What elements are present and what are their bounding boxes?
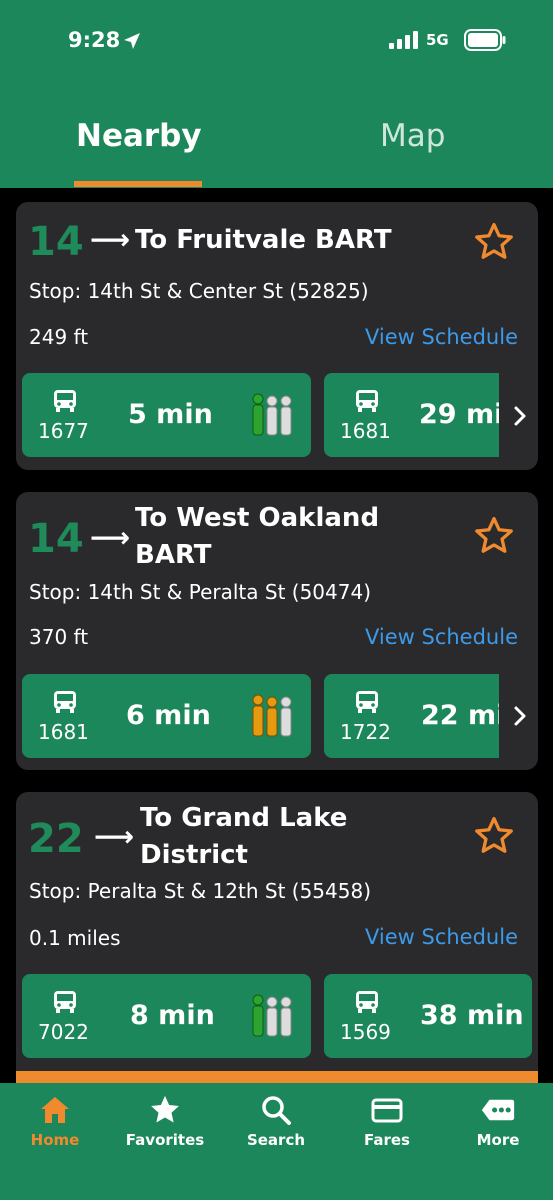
stop-distance: 0.1 miles <box>29 926 121 950</box>
nav-fares[interactable]: Fares <box>332 1093 442 1149</box>
route-card[interactable]: 14 ⟶ To West Oakland BART Stop: 14th St … <box>16 492 538 770</box>
favorite-star-icon[interactable] <box>472 220 516 264</box>
view-schedule-link[interactable]: View Schedule <box>365 625 518 649</box>
bus-icon <box>54 390 76 412</box>
direction-arrow-icon: ⟶ <box>90 223 131 256</box>
arrival-time: 29 min <box>419 399 499 430</box>
bus-icon <box>356 991 378 1013</box>
chevron-right-icon[interactable] <box>510 705 530 727</box>
more-icon <box>481 1099 515 1121</box>
prediction-tile[interactable]: 1677 5 min <box>22 373 311 457</box>
card-icon <box>371 1098 403 1123</box>
prediction-tile[interactable]: 1681 29 min <box>324 373 499 457</box>
vehicle-number: 1722 <box>340 720 391 744</box>
nav-favorites[interactable]: Favorites <box>110 1093 220 1149</box>
top-tabs: Nearby Map <box>0 84 553 188</box>
route-destination: To West Oakland BART <box>135 503 380 570</box>
route-card[interactable]: 22 ⟶ To Grand Lake District Stop: Peralt… <box>16 792 538 1083</box>
vehicle-number: 1681 <box>340 419 391 443</box>
prediction-tile[interactable]: 1681 6 min <box>22 674 311 758</box>
stop-distance: 249 ft <box>29 325 89 349</box>
crowding-medium-icon <box>252 694 292 737</box>
prediction-tile[interactable]: 7022 8 min <box>22 974 311 1058</box>
route-destination: To Fruitvale BART <box>135 225 392 255</box>
arrival-time: 5 min <box>128 399 213 430</box>
stop-info: Stop: Peralta St & 12th St (55458) <box>29 879 372 903</box>
nav-label: Fares <box>364 1131 410 1149</box>
direction-arrow-icon: ⟶ <box>94 820 135 853</box>
bus-icon <box>54 991 76 1013</box>
arrival-time: 22 min <box>421 700 499 731</box>
nav-home[interactable]: Home <box>0 1093 110 1149</box>
tab-map[interactable]: Map <box>380 118 445 154</box>
crowding-low-icon <box>252 994 292 1037</box>
search-icon <box>262 1096 291 1125</box>
active-tab-indicator <box>74 181 202 187</box>
status-bar: 9:28 5G <box>0 0 553 84</box>
nav-search[interactable]: Search <box>221 1093 331 1149</box>
home-icon <box>41 1097 69 1123</box>
route-card[interactable]: 14 ⟶ To Fruitvale BART Stop: 14th St & C… <box>16 202 538 470</box>
arrival-time: 38 min <box>420 1000 524 1031</box>
vehicle-number: 1681 <box>38 720 89 744</box>
bus-icon <box>356 691 378 713</box>
route-number: 14 <box>28 219 84 265</box>
star-icon <box>151 1095 179 1123</box>
favorite-star-icon[interactable] <box>472 814 516 858</box>
tab-nearby[interactable]: Nearby <box>76 118 202 154</box>
nav-label: Home <box>30 1131 80 1149</box>
stop-distance: 370 ft <box>29 625 89 649</box>
vehicle-number: 1569 <box>340 1020 391 1044</box>
nav-label: Favorites <box>125 1131 205 1149</box>
nav-label: More <box>476 1131 520 1149</box>
status-time: 9:28 <box>68 28 121 52</box>
direction-arrow-icon: ⟶ <box>90 521 131 554</box>
vehicle-number: 7022 <box>38 1020 89 1044</box>
prediction-tile[interactable]: 1722 22 min <box>324 674 499 758</box>
bottom-navigation: Home Favorites Search Fares More <box>0 1083 553 1200</box>
route-destination: To Grand Lake District <box>140 803 348 870</box>
bus-icon <box>356 390 378 412</box>
view-schedule-link[interactable]: View Schedule <box>365 925 518 949</box>
divider-strip <box>16 1071 538 1083</box>
arrival-time: 6 min <box>126 700 211 731</box>
view-schedule-link[interactable]: View Schedule <box>365 325 518 349</box>
route-number: 14 <box>28 516 84 562</box>
vehicle-number: 1677 <box>38 419 89 443</box>
network-type: 5G <box>426 31 449 49</box>
stop-info: Stop: 14th St & Center St (52825) <box>29 279 369 303</box>
location-arrow-icon <box>124 33 140 49</box>
stop-info: Stop: 14th St & Peralta St (50474) <box>29 580 372 604</box>
arrival-time: 8 min <box>130 1000 215 1031</box>
signal-icon <box>389 31 418 49</box>
nav-more[interactable]: More <box>443 1093 553 1149</box>
route-number: 22 <box>28 816 84 862</box>
bus-icon <box>54 691 76 713</box>
favorite-star-icon[interactable] <box>472 514 516 558</box>
battery-icon <box>464 29 506 51</box>
chevron-right-icon[interactable] <box>510 405 530 427</box>
prediction-tile[interactable]: 1569 38 min <box>324 974 532 1058</box>
nav-label: Search <box>246 1131 306 1149</box>
crowding-low-icon <box>252 393 292 436</box>
